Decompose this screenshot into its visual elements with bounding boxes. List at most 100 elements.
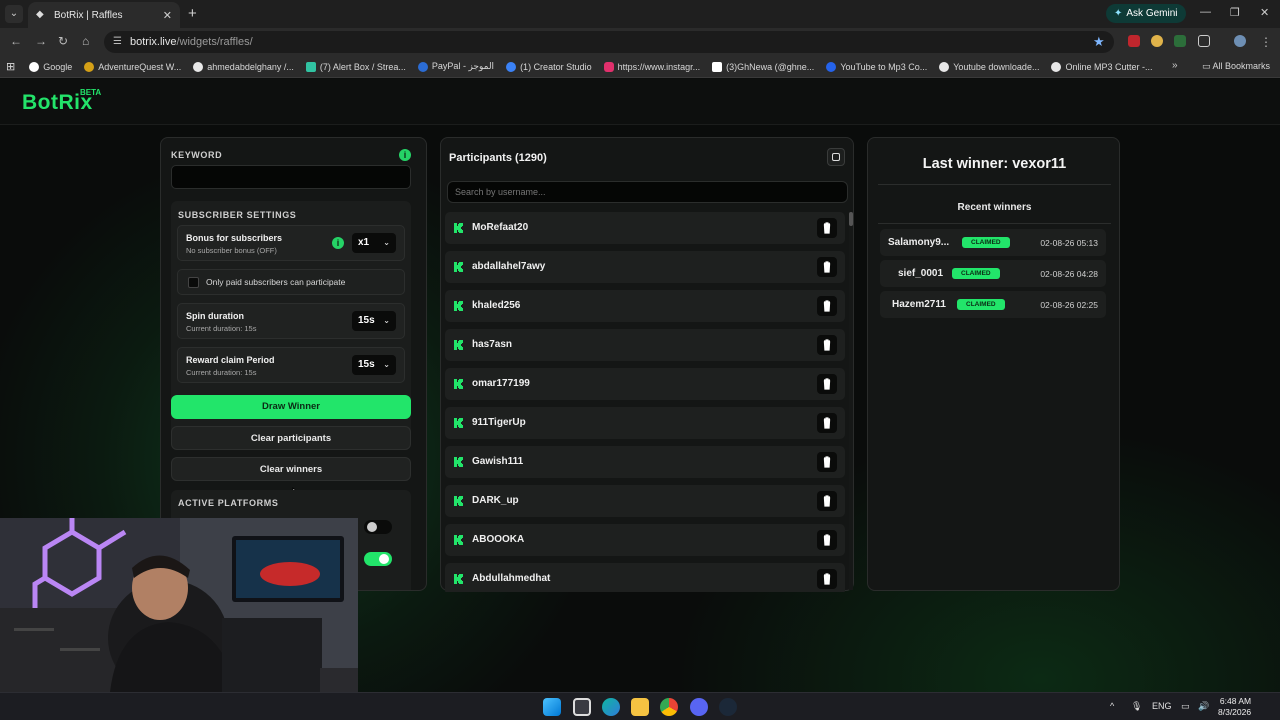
spin-duration-subtitle: Current duration: 15s [186, 324, 257, 333]
steam-icon[interactable] [719, 698, 737, 716]
kick-logo-icon [454, 535, 463, 545]
globe-icon [939, 61, 950, 72]
site-info-icon[interactable]: ☰ [113, 31, 122, 53]
bookmark-item[interactable]: ahmedabdelghany /... [193, 61, 294, 72]
apps-grid-icon[interactable]: ⊞ [6, 60, 15, 73]
forward-icon[interactable]: → [35, 34, 47, 48]
volume-icon[interactable]: 🔊 [1198, 701, 1209, 712]
delete-participant-button[interactable] [817, 257, 837, 277]
claimed-badge: CLAIMED [952, 268, 1000, 279]
bookmark-item[interactable]: (3)GhNewa (@ghne... [712, 61, 814, 72]
extension-icon[interactable] [1151, 35, 1163, 47]
paid-only-checkbox[interactable] [188, 277, 199, 288]
system-clock[interactable]: 6:48 AM 8/3/2026 [1218, 696, 1251, 718]
delete-participant-button[interactable] [817, 296, 837, 316]
bonus-multiplier-select[interactable]: x1 ⌄ [352, 233, 396, 253]
reload-icon[interactable]: ↻ [58, 34, 68, 48]
delete-participant-button[interactable] [817, 413, 837, 433]
tray-overflow-icon[interactable]: ^ [1110, 701, 1114, 711]
bookmark-item[interactable]: YouTube to Mp3 Co... [826, 61, 927, 72]
info-icon[interactable]: i [332, 237, 344, 249]
chrome-icon[interactable] [660, 698, 678, 716]
extension-icon[interactable] [1128, 35, 1140, 47]
kick-logo-icon [454, 574, 463, 584]
address-bar[interactable]: ☰ botrix.live/widgets/raffles/ [104, 31, 1114, 53]
network-icon[interactable]: ▭ [1181, 701, 1190, 712]
more-bookmarks-icon[interactable]: » [1172, 60, 1178, 71]
profile-avatar-icon[interactable] [1234, 35, 1246, 47]
trash-icon [823, 495, 831, 507]
bookmark-item[interactable]: PayPal - الموجز [417, 61, 494, 72]
window-close-icon[interactable]: ✕ [1260, 6, 1269, 19]
draw-winner-button[interactable]: Draw Winner [171, 395, 411, 419]
trash-icon [823, 573, 831, 585]
home-icon[interactable]: ⌂ [82, 34, 89, 48]
tab-search-button[interactable]: ⌄ [5, 5, 23, 23]
bookmark-item[interactable]: Online MP3 Cutter -... [1051, 61, 1152, 72]
participant-row: 911TigerUp [445, 407, 845, 439]
keyword-input[interactable] [171, 165, 411, 189]
extension-icon[interactable] [1174, 35, 1186, 47]
bookmark-item[interactable]: AdventureQuest W... [84, 61, 181, 72]
platform-toggle-on[interactable] [364, 552, 392, 566]
all-bookmarks-folder[interactable]: ▭ All Bookmarks [1202, 61, 1270, 72]
ask-gemini-button[interactable]: ✦ Ask Gemini [1106, 4, 1186, 23]
participant-row: has7asn [445, 329, 845, 361]
winners-panel: Last winner: vexor11 Recent winners Sala… [867, 137, 1120, 591]
minimize-icon[interactable]: — [1200, 6, 1211, 18]
delete-participant-button[interactable] [817, 491, 837, 511]
clear-participants-button[interactable]: Clear participants [171, 426, 411, 450]
microphone-icon[interactable]: 🎙 [1131, 701, 1142, 712]
participant-row: khaled256 [445, 290, 845, 322]
copy-icon[interactable] [827, 148, 845, 166]
windows-start-icon[interactable] [543, 698, 561, 716]
paid-only-row[interactable]: Only paid subscribers can participate [177, 269, 405, 295]
bookmark-item[interactable]: Youtube downloade... [939, 61, 1039, 72]
participant-row: ABOOOKA [445, 524, 845, 556]
claim-period-row: Reward claim Period Current duration: 15… [177, 347, 405, 383]
bookmark-star-icon[interactable]: ★ [1093, 34, 1105, 50]
delete-participant-button[interactable] [817, 569, 837, 589]
bookmark-item[interactable]: Google [29, 61, 72, 72]
globe-icon [193, 61, 204, 72]
back-icon[interactable]: ← [10, 34, 22, 48]
active-platforms-label: ACTIVE PLATFORMS [178, 498, 279, 508]
delete-participant-button[interactable] [817, 335, 837, 355]
tab-botrix-raffles[interactable]: ◆ BotRix | Raffles ✕ [28, 2, 180, 28]
task-view-icon[interactable] [573, 698, 591, 716]
extensions-puzzle-icon[interactable] [1198, 35, 1210, 47]
claim-period-select[interactable]: 15s ⌄ [352, 355, 396, 375]
platform-toggle-off[interactable] [364, 520, 392, 534]
new-tab-button[interactable]: + [188, 5, 197, 22]
spin-duration-select[interactable]: 15s ⌄ [352, 311, 396, 331]
delete-participant-button[interactable] [817, 530, 837, 550]
delete-participant-button[interactable] [817, 218, 837, 238]
scrollbar-thumb[interactable] [849, 212, 853, 226]
delete-participant-button[interactable] [817, 374, 837, 394]
maximize-icon[interactable]: ❐ [1230, 6, 1240, 19]
tab-close-icon[interactable]: ✕ [163, 9, 172, 22]
edge-icon[interactable] [602, 698, 620, 716]
participants-search-input[interactable] [447, 181, 848, 203]
trash-icon [823, 300, 831, 312]
discord-icon[interactable] [690, 698, 708, 716]
participant-name: abdallahel7awy [472, 261, 546, 272]
clear-winners-button[interactable]: Clear winners [171, 457, 411, 481]
trash-icon [823, 222, 831, 234]
claim-period-title: Reward claim Period [186, 355, 275, 365]
spin-duration-row: Spin duration Current duration: 15s 15s … [177, 303, 405, 339]
trash-icon [823, 417, 831, 429]
bookmark-item[interactable]: https://www.instagr... [603, 61, 700, 72]
file-explorer-icon[interactable] [631, 698, 649, 716]
aqw-icon [84, 61, 95, 72]
bookmark-item[interactable]: (1) Creator Studio [506, 61, 592, 72]
delete-participant-button[interactable] [817, 452, 837, 472]
language-indicator[interactable]: ENG [1152, 701, 1172, 711]
participants-scrollbar[interactable] [849, 212, 853, 590]
info-icon[interactable]: i [399, 149, 411, 161]
browser-menu-icon[interactable]: ⋮ [1260, 35, 1272, 49]
streamlabs-icon [305, 61, 316, 72]
bookmark-item[interactable]: (7) Alert Box / Strea... [305, 61, 406, 72]
divider [878, 184, 1111, 185]
webcam-overlay [0, 518, 358, 692]
